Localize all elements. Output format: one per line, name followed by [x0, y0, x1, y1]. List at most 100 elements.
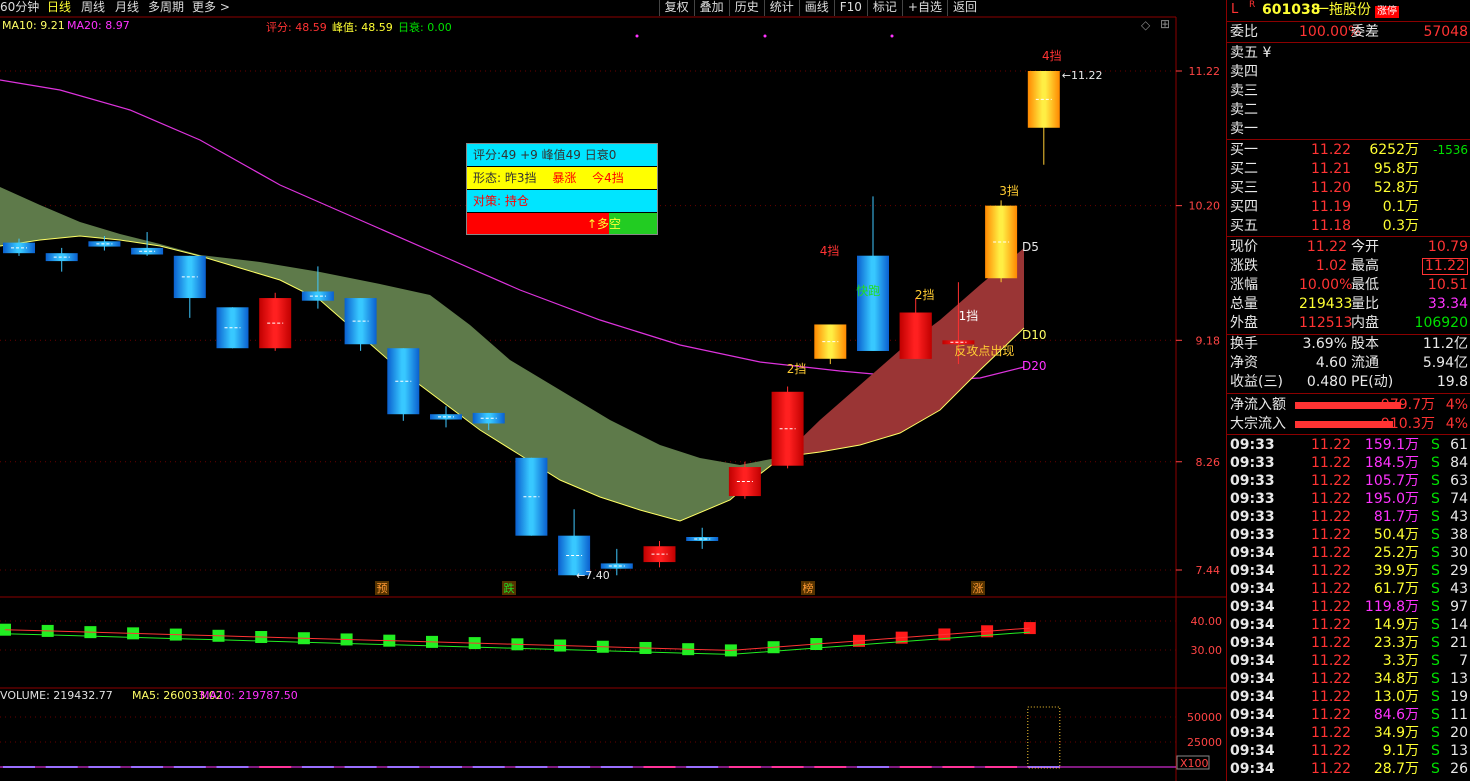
- buy-level-row[interactable]: 买四 11.19 0.1万: [1227, 198, 1470, 216]
- overlay-button[interactable]: 叠加: [693, 0, 729, 16]
- history-button[interactable]: 历史: [728, 0, 764, 16]
- stat-row: 收益(三) 0.480 PE(动) 19.8: [1227, 373, 1470, 391]
- tick-row: 09:33 11.22 195.0万 S 74: [1227, 490, 1470, 508]
- tab-60min[interactable]: 60分钟: [0, 0, 39, 15]
- tick-count: 74: [1450, 491, 1468, 507]
- tick-count: 20: [1450, 725, 1468, 741]
- weicha-value: 57048: [1423, 24, 1468, 40]
- ma10-legend: MA10: 9.21: [2, 19, 65, 32]
- expand-icon[interactable]: ⊞: [1160, 17, 1170, 31]
- sub-indicator: [0, 622, 1036, 657]
- f10-button[interactable]: F10: [833, 0, 867, 16]
- kline-chart[interactable]: 11.22 10.20 9.18 8.26 7.44 40.00 30.00 50000 250…: [0, 0, 1226, 781]
- tick-side: S: [1431, 599, 1440, 615]
- tick-time: 09:34: [1230, 707, 1275, 723]
- buy-level-row[interactable]: 买五 11.18 0.3万: [1227, 217, 1470, 235]
- fuquan-button[interactable]: 复权: [658, 0, 694, 16]
- score-legend: 评分: 48.59: [266, 21, 327, 34]
- buy-level-row[interactable]: 买二 11.21 95.8万: [1227, 160, 1470, 178]
- mark-button[interactable]: 标记: [866, 0, 902, 16]
- tick-time: 09:34: [1230, 653, 1275, 669]
- sell-level-row[interactable]: 卖二: [1227, 101, 1470, 119]
- buy-level-row[interactable]: 买一 11.22 6252万 -1536: [1227, 141, 1470, 159]
- back-button[interactable]: 返回: [946, 0, 982, 16]
- tick-price: 11.22: [1311, 689, 1352, 705]
- stat-label: 现价: [1230, 239, 1258, 255]
- marker-dot: [890, 34, 894, 38]
- flow-label: 净流入额: [1230, 397, 1286, 413]
- draw-line-button[interactable]: 画线: [798, 0, 834, 16]
- tick-price: 11.22: [1311, 653, 1352, 669]
- tick-count: 30: [1450, 545, 1468, 561]
- tab-more[interactable]: 更多 >: [192, 0, 230, 15]
- sell-level-row[interactable]: 卖五 ¥: [1227, 44, 1470, 62]
- tick-count: 43: [1450, 509, 1468, 525]
- vma10-legend: MA10: 219787.50: [200, 689, 298, 702]
- tick-volume: 25.2万: [1373, 545, 1419, 561]
- tab-multi-period[interactable]: 多周期: [148, 0, 184, 15]
- buy-level-row[interactable]: 买三 11.20 52.8万: [1227, 179, 1470, 197]
- level-annotation: 2挡: [787, 362, 807, 376]
- tick-volume: 39.9万: [1373, 563, 1419, 579]
- tick-volume: 14.9万: [1373, 617, 1419, 633]
- tab-monthly[interactable]: 月线: [115, 0, 139, 15]
- tick-side: S: [1431, 743, 1440, 759]
- chart-grid: 11.22 10.20 9.18 8.26 7.44 40.00 30.00 50000 250…: [0, 16, 1226, 781]
- pattern-surge: 暴涨: [552, 171, 577, 185]
- tick-volume: 159.1万: [1364, 437, 1419, 453]
- stat-value: 19.8: [1436, 374, 1468, 390]
- tick-price: 11.22: [1311, 599, 1352, 615]
- tick-count: 26: [1450, 761, 1468, 777]
- tick-time: 09:33: [1230, 455, 1275, 471]
- diamond-icon[interactable]: ◇: [1141, 18, 1150, 32]
- tick-price: 11.22: [1311, 725, 1352, 741]
- tick-count: 11: [1450, 707, 1468, 723]
- tick-row: 09:33 11.22 81.7万 S 43: [1227, 508, 1470, 526]
- tick-row: 09:34 11.22 14.9万 S 14: [1227, 616, 1470, 634]
- tick-row: 09:33 11.22 184.5万 S 84: [1227, 454, 1470, 472]
- stat-label: 净资: [1230, 355, 1258, 371]
- info-score-row: 评分:49 +9 峰值49 日衰0: [467, 144, 657, 166]
- info-longshort-row: ↑多空: [467, 213, 657, 234]
- tick-count: 84: [1450, 455, 1468, 471]
- add-watchlist-button[interactable]: +自选: [901, 0, 947, 16]
- band-label: D5: [1022, 240, 1039, 254]
- tick-price: 11.22: [1311, 509, 1352, 525]
- sell-level-row[interactable]: 卖一: [1227, 120, 1470, 138]
- buy-level-label: 买四: [1230, 199, 1258, 215]
- tick-row: 09:34 11.22 3.3万 S 7: [1227, 652, 1470, 670]
- tick-time: 09:33: [1230, 437, 1275, 453]
- tick-time: 09:34: [1230, 563, 1275, 579]
- sell-level-row[interactable]: 卖四: [1227, 63, 1470, 81]
- flow-label: 大宗流入: [1230, 416, 1286, 432]
- sell-level-row[interactable]: 卖三: [1227, 82, 1470, 100]
- tick-side: S: [1431, 491, 1440, 507]
- level-annotation: 4挡: [820, 244, 840, 258]
- buy-volume: 95.8万: [1373, 161, 1419, 177]
- tick-side: S: [1431, 581, 1440, 597]
- stat-label: PE(动): [1351, 374, 1394, 390]
- pattern-yesterday: 形态: 昨3挡: [473, 171, 537, 185]
- event-label: 涨: [973, 582, 984, 595]
- tab-weekly[interactable]: 周线: [81, 0, 105, 15]
- volume-bar-today: [1027, 706, 1061, 769]
- stock-name[interactable]: 一拖股份: [1315, 0, 1371, 20]
- tick-time: 09:34: [1230, 545, 1275, 561]
- buy-price: 11.19: [1311, 199, 1352, 215]
- stat-label: 流通: [1351, 355, 1379, 371]
- stat-value: 3.69%: [1302, 336, 1347, 352]
- ma20-legend: MA20: 8.97: [67, 19, 130, 32]
- flow-pct: 4%: [1445, 397, 1468, 413]
- tick-count: 29: [1450, 563, 1468, 579]
- event-label: 榜: [803, 581, 814, 595]
- stat-label: 股本: [1351, 336, 1379, 352]
- tab-daily[interactable]: 日线: [47, 0, 71, 15]
- tick-side: S: [1431, 527, 1440, 543]
- signal-annotation: 快跑: [856, 284, 880, 298]
- buy-volume: 0.3万: [1382, 218, 1419, 234]
- stats-button[interactable]: 统计: [763, 0, 799, 16]
- stat-value: 0.480: [1306, 374, 1347, 390]
- price-tick-label: 10.20: [1189, 200, 1221, 213]
- stat-label: 总量: [1230, 296, 1258, 312]
- tick-side: S: [1431, 671, 1440, 687]
